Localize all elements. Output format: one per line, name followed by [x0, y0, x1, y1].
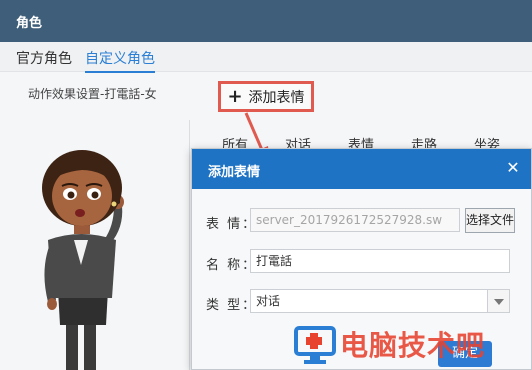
add-expression-button[interactable]: + 添加表情	[218, 81, 314, 112]
action-effect-caption: 动作效果设置-打電話-女	[28, 87, 157, 101]
close-icon[interactable]: ✕	[502, 157, 524, 179]
character-preview	[42, 150, 124, 370]
type-select[interactable]: 对话	[250, 289, 510, 313]
plus-icon: +	[227, 85, 243, 107]
role-tabs: 官方角色 自定义角色	[0, 42, 532, 73]
window-titlebar: 角色	[0, 0, 532, 42]
add-expression-label: 添加表情	[248, 89, 305, 106]
column-divider	[189, 120, 190, 370]
tab-custom-roles[interactable]: 自定义角色	[85, 48, 155, 73]
name-input[interactable]: 打電話	[250, 249, 510, 273]
watermark-logo: 电脑技术吧	[290, 318, 532, 370]
watermark-text: 电脑技术吧	[340, 329, 486, 362]
tab-official-roles[interactable]: 官方角色	[16, 48, 72, 68]
window-title: 角色	[16, 16, 43, 31]
expression-file-field[interactable]: server_2017926172527928.sw	[250, 208, 460, 232]
chevron-down-icon[interactable]	[487, 290, 509, 312]
monitor-logo-icon	[294, 326, 336, 364]
type-select-value: 对话	[256, 294, 281, 308]
dialog-title: 添加表情	[208, 165, 261, 180]
dialog-header: 添加表情 ✕	[192, 149, 531, 189]
choose-file-button[interactable]: 选择文件...	[465, 208, 515, 233]
